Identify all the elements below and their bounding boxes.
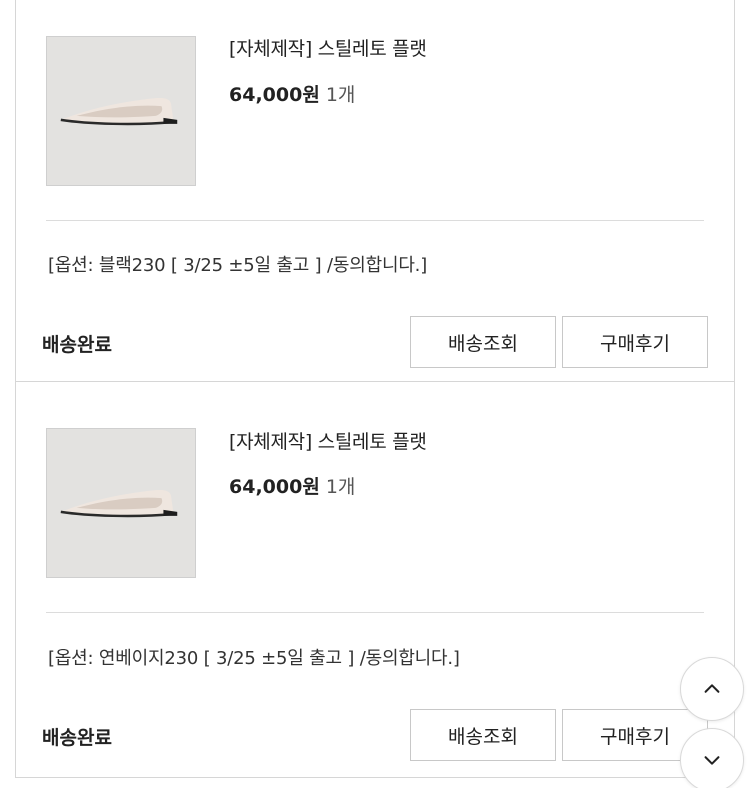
chevron-up-icon [704,684,720,693]
delivery-status: 배송완료 [42,334,112,356]
product-quantity: 1개 [325,476,356,498]
write-review-button[interactable]: 구매후기 [562,316,708,368]
track-delivery-button[interactable]: 배송조회 [410,709,556,761]
product-name[interactable]: [자체제작] 스틸레토 플랫 [229,427,427,454]
scroll-top-button[interactable] [680,657,744,721]
option-text: [옵션: 연베이지230 [ 3/25 ±5일 출고 ] /동의합니다.] [48,648,460,669]
chevron-down-icon [704,756,720,765]
delivery-status: 배송완료 [42,727,112,749]
order-item: [자체제작] 스틸레토 플랫 64,000원 1개 [옵션: 블랙230 [ 3/… [15,0,735,382]
product-price: 64,000원 [229,84,320,106]
track-delivery-button[interactable]: 배송조회 [410,316,556,368]
shoe-product-image [47,37,195,185]
product-thumbnail[interactable] [46,36,196,186]
price-quantity: 64,000원 1개 [229,80,355,107]
price-quantity: 64,000원 1개 [229,472,355,499]
product-thumbnail[interactable] [46,428,196,578]
option-text: [옵션: 블랙230 [ 3/25 ±5일 출고 ] /동의합니다.] [48,255,428,276]
product-name[interactable]: [자체제작] 스틸레토 플랫 [229,34,427,61]
scroll-bottom-button[interactable] [680,728,744,788]
product-quantity: 1개 [325,84,356,106]
shoe-product-image [47,429,195,577]
product-price: 64,000원 [229,476,320,498]
divider [46,612,704,613]
divider [46,220,704,221]
order-item: [자체제작] 스틸레토 플랫 64,000원 1개 [옵션: 연베이지230 [ … [15,382,735,778]
